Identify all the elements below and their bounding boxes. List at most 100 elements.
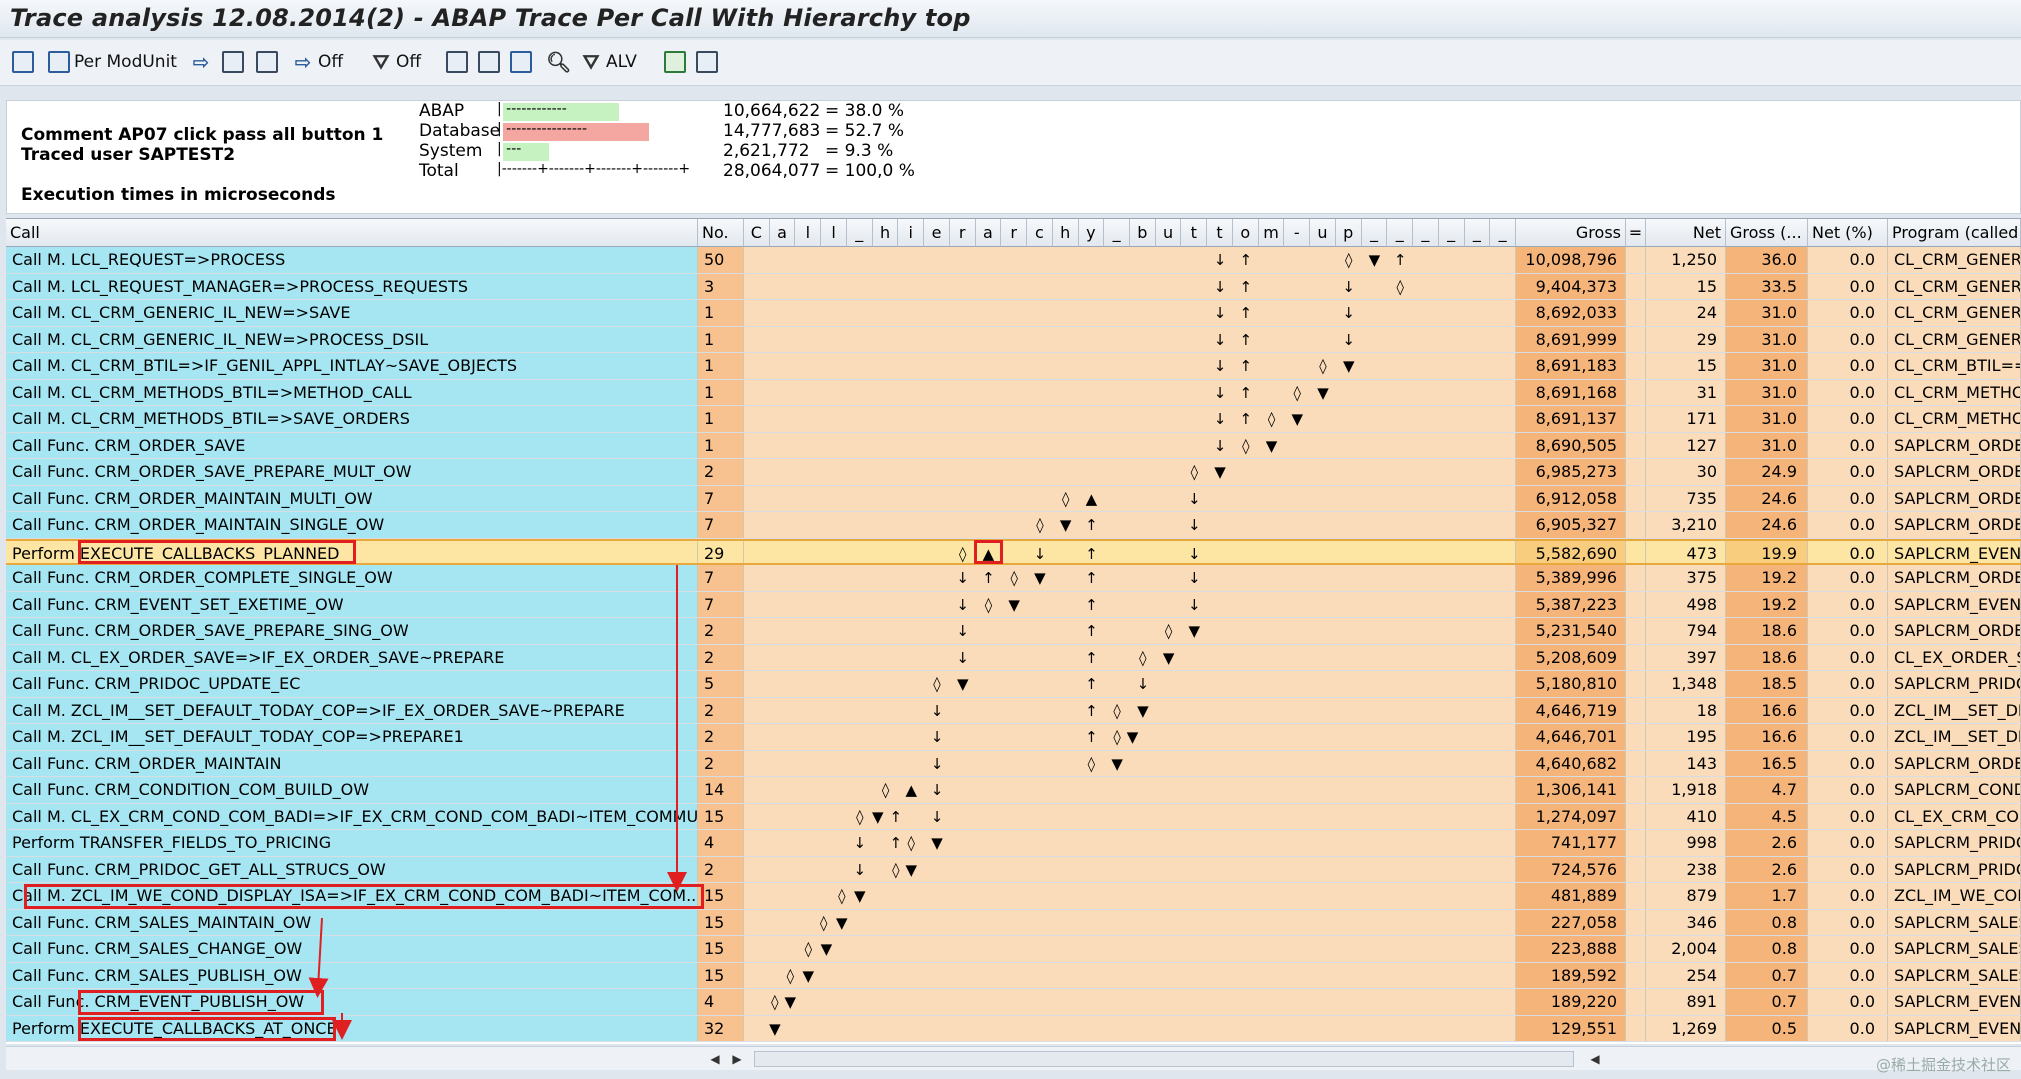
- table-row[interactable]: Call Func. CRM_SALES_MAINTAIN_OW 15 ◊ ▼ 227,…: [6, 909, 2021, 936]
- count-cell: 1: [698, 300, 744, 326]
- column-header-hierarchy-letter[interactable]: a: [975, 219, 1002, 247]
- horizontal-scrollbar[interactable]: ◀ ▶ ◀: [6, 1046, 2021, 1070]
- subtotal-button[interactable]: [696, 48, 718, 76]
- column-header-hierarchy-letter[interactable]: b: [1130, 219, 1156, 247]
- table-row[interactable]: Call M. CL_EX_ORDER_SAVE=>IF_EX_ORDER_SA…: [6, 644, 2021, 671]
- hierarchy-cell: ◊ ▼: [744, 989, 1516, 1015]
- sub-hierarchy-button[interactable]: [256, 48, 278, 76]
- column-header-hierarchy-letter[interactable]: u: [1310, 219, 1336, 247]
- table-row[interactable]: Call M. CL_CRM_METHODS_BTIL=>SAVE_ORDERS…: [6, 406, 2021, 433]
- column-header-gross-pct[interactable]: Gross (...: [1726, 219, 1808, 247]
- gross-pct-cell: 19.2: [1726, 591, 1808, 617]
- table-row[interactable]: Call Func. CRM_CONDITION_COM_BUILD_OW 14 ◊…: [6, 777, 2021, 804]
- column-header-hierarchy-letter[interactable]: c: [1027, 219, 1053, 247]
- table-row[interactable]: Call Func. CRM_EVENT_PUBLISH_OW 4 ◊ ▼ 189,22…: [6, 989, 2021, 1016]
- table-row[interactable]: Call M. ZCL_IM__SET_DEFAULT_TODAY_COP=>I…: [6, 697, 2021, 724]
- column-header-hierarchy-letter[interactable]: h: [872, 219, 899, 247]
- column-header-hierarchy-letter[interactable]: e: [924, 219, 950, 247]
- scroll-thumb[interactable]: [754, 1051, 1574, 1067]
- table-row[interactable]: Call Func. CRM_ORDER_MAINTAIN_MULTI_OW 7 ◊…: [6, 485, 2021, 512]
- column-header-hierarchy-letter[interactable]: _: [1464, 219, 1491, 247]
- count-cell: 2: [698, 697, 744, 723]
- expand-button[interactable]: ⇨: [190, 48, 212, 76]
- table-row[interactable]: Call M. CL_CRM_GENERIC_IL_NEW=>SAVE 1 ↓ ↑ ↓ 8…: [6, 300, 2021, 327]
- column-header-hierarchy-letter[interactable]: _: [1490, 219, 1516, 247]
- filter-off-button[interactable]: ⛛ Off: [370, 48, 422, 76]
- table-row[interactable]: Call Func. CRM_EVENT_SET_EXETIME_OW 7 ↓ ◊ ▼ ↑…: [6, 591, 2021, 618]
- print-button[interactable]: [446, 48, 468, 76]
- column-header-hierarchy-letter[interactable]: _: [1104, 219, 1130, 247]
- program-cell: CL_EX_ORDER_S/: [1888, 644, 2021, 670]
- table-row[interactable]: Call M. CL_CRM_METHODS_BTIL=>METHOD_CALL…: [6, 379, 2021, 406]
- column-header-net-pct[interactable]: Net (%): [1808, 219, 1888, 247]
- table-row[interactable]: Call Func. CRM_PRIDOC_GET_ALL_STRUCS_OW 2…: [6, 856, 2021, 883]
- hierarchy-button[interactable]: [222, 48, 244, 76]
- column-header-hierarchy-letter[interactable]: _: [1438, 219, 1465, 247]
- scroll-end-icon[interactable]: ◀: [1586, 1050, 1604, 1068]
- down-triangle-icon: ▼: [1291, 410, 1304, 428]
- column-header-hierarchy-letter[interactable]: i: [898, 219, 925, 247]
- table-row[interactable]: Call Func. CRM_ORDER_MAINTAIN_SINGLE_OW 7…: [6, 512, 2021, 539]
- table-row[interactable]: Call Func. CRM_SALES_CHANGE_OW 15 ◊ ▼ 223,88…: [6, 936, 2021, 963]
- filter-button[interactable]: [478, 48, 500, 76]
- scroll-left-icon[interactable]: ◀: [706, 1050, 724, 1068]
- table-row[interactable]: Call Func. CRM_ORDER_SAVE_PREPARE_SING_O…: [6, 618, 2021, 645]
- column-header-hierarchy-letter[interactable]: u: [1155, 219, 1182, 247]
- trace-table[interactable]: Call No. Ca l l _ h i e r a r c h y _ b u t t o m - u p _ _ _ _ _ _ Gro…: [6, 218, 2021, 1044]
- column-header-hierarchy-letter[interactable]: -: [1284, 219, 1311, 247]
- gross-pct-cell: 2.6: [1726, 856, 1808, 882]
- column-header-hierarchy-letter[interactable]: _: [1387, 219, 1414, 247]
- table-row[interactable]: Call Func. CRM_ORDER_COMPLETE_SINGLE_OW 7…: [6, 565, 2021, 592]
- arrow-off-button[interactable]: ⇨ Off: [292, 48, 343, 76]
- column-header-eq[interactable]: =: [1626, 219, 1646, 247]
- column-header-hierarchy-letter[interactable]: l: [795, 219, 822, 247]
- filter-set-icon: [478, 51, 500, 73]
- table-row[interactable]: Call M. ZCL_IM__SET_DEFAULT_TODAY_COP=>P…: [6, 724, 2021, 751]
- column-header-hierarchy-letter[interactable]: p: [1335, 219, 1362, 247]
- column-header-hierarchy-letter[interactable]: _: [1361, 219, 1388, 247]
- column-header-net[interactable]: Net: [1646, 219, 1726, 247]
- table-row[interactable]: Call Func. CRM_ORDER_SAVE 1 ↓ ◊ ▼ 8,690,505 12…: [6, 432, 2021, 459]
- sum-button[interactable]: [664, 48, 686, 76]
- table-row[interactable]: Call M. ZCL_IM_WE_COND_DISPLAY_ISA=>IF_E…: [6, 883, 2021, 910]
- column-header-gross[interactable]: Gross: [1516, 219, 1626, 247]
- column-header-hierarchy-letter[interactable]: r: [949, 219, 976, 247]
- table-row[interactable]: Perform TRANSFER_FIELDS_TO_PRICING 4 ↓ ↑ ◊ ▼ 7…: [6, 830, 2021, 857]
- table-row[interactable]: Call Func. CRM_PRIDOC_UPDATE_EC 5 ◊ ▼ ↑ ↓ 5,18…: [6, 671, 2021, 698]
- column-header-hierarchy-letter[interactable]: t: [1181, 219, 1208, 247]
- column-header-hierarchy-letter[interactable]: r: [1001, 219, 1028, 247]
- table-row[interactable]: Call M. LCL_REQUEST=>PROCESS 50 ↓ ↑ ◊ ▼ ↑ 10,09…: [6, 247, 2021, 274]
- column-header-hierarchy-letter[interactable]: y: [1078, 219, 1105, 247]
- hierarchy-cell: ↓ ↑ ◊ ▼: [744, 724, 1516, 750]
- down-triangle-icon: ▼: [905, 860, 918, 879]
- column-header-hierarchy-letter[interactable]: t: [1207, 219, 1233, 247]
- table-row[interactable]: Perform EXECUTE_CALLBACKS_PLANNED 29 ◊ ▲ ↓ ↑ ↓…: [6, 538, 2021, 565]
- window-title: Trace analysis 12.08.2014(2) - ABAP Trac…: [10, 4, 971, 32]
- table-row[interactable]: Call Func. CRM_ORDER_SAVE_PREPARE_MULT_O…: [6, 459, 2021, 486]
- per-modunit-button[interactable]: Per ModUnit: [48, 48, 177, 76]
- column-header-hierarchy-letter[interactable]: h: [1052, 219, 1079, 247]
- count-cell: 15: [698, 936, 744, 962]
- column-header-hierarchy-letter[interactable]: _: [846, 219, 873, 247]
- column-header-hierarchy-letter[interactable]: o: [1232, 219, 1259, 247]
- alv-button[interactable]: ⛛ ALV: [580, 48, 637, 76]
- column-header-program[interactable]: Program (called p: [1888, 219, 2021, 247]
- table-row[interactable]: Perform EXECUTE_CALLBACKS_AT_ONCE 32 ▼ 129,…: [6, 1015, 2021, 1042]
- table-row[interactable]: Call Func. CRM_ORDER_MAINTAIN 2 ↓ ◊ ▼ 4,640,6…: [6, 750, 2021, 777]
- scroll-right-icon[interactable]: ▶: [728, 1050, 746, 1068]
- table-row[interactable]: Call M. CL_EX_CRM_COND_COM_BADI=>IF_EX_C…: [6, 803, 2021, 830]
- column-header-hierarchy-letter[interactable]: m: [1258, 219, 1285, 247]
- table-row[interactable]: Call M. CL_CRM_GENERIC_IL_NEW=>PROCESS_D…: [6, 326, 2021, 353]
- find-button[interactable]: 🔍︎: [546, 48, 571, 76]
- layout-button[interactable]: [12, 48, 34, 76]
- column-header-hierarchy-letter[interactable]: _: [1413, 219, 1439, 247]
- column-header-hierarchy-letter[interactable]: C: [744, 219, 770, 247]
- table-row[interactable]: Call Func. CRM_SALES_PUBLISH_OW 15 ◊ ▼ 189,5…: [6, 962, 2021, 989]
- column-header-hierarchy-letter[interactable]: l: [821, 219, 847, 247]
- column-header-call[interactable]: Call: [6, 219, 698, 247]
- table-row[interactable]: Call M. CL_CRM_BTIL=>IF_GENIL_APPL_INTLA…: [6, 353, 2021, 380]
- column-header-no[interactable]: No.: [698, 219, 744, 247]
- column-header-hierarchy-letter[interactable]: a: [769, 219, 796, 247]
- table-row[interactable]: Call M. LCL_REQUEST_MANAGER=>PROCESS_REQ…: [6, 273, 2021, 300]
- export-button[interactable]: [510, 48, 532, 76]
